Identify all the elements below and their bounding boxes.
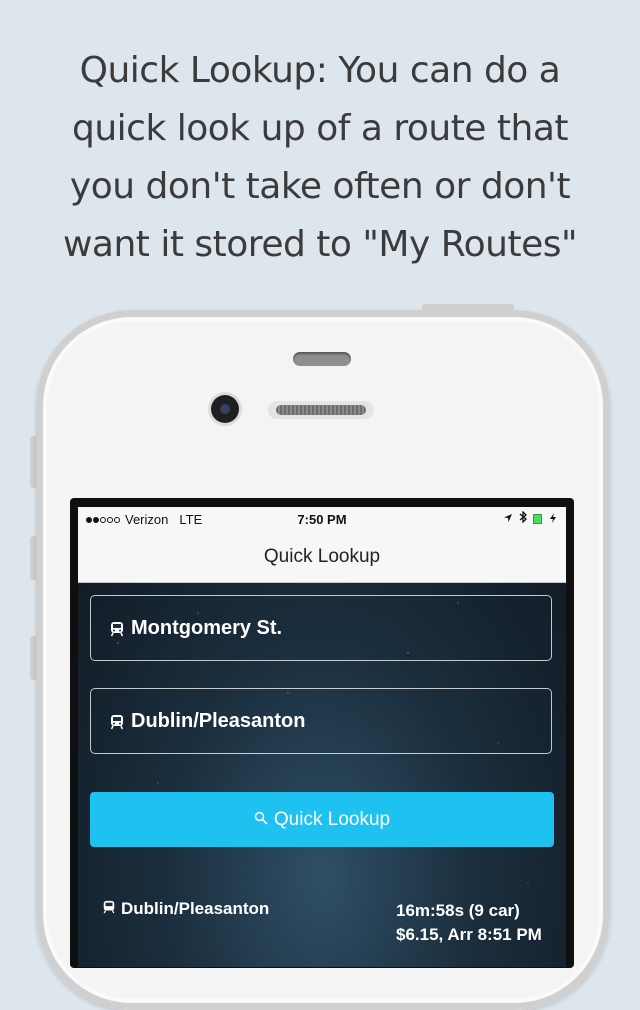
train-icon bbox=[102, 899, 116, 919]
earpiece-speaker bbox=[268, 401, 374, 419]
headline-line: you don't take often or don't bbox=[69, 166, 571, 207]
status-bar: Verizon LTE 7:50 PM bbox=[78, 507, 566, 531]
navigation-bar: Quick Lookup bbox=[78, 531, 566, 583]
result-station-label: Dublin/Pleasanton bbox=[121, 899, 270, 918]
origin-station-field[interactable]: Montgomery St. bbox=[90, 595, 552, 661]
phone-top-sensor bbox=[293, 352, 351, 366]
quick-lookup-button-label: Quick Lookup bbox=[273, 808, 391, 830]
result-station: Dublin/Pleasanton bbox=[102, 899, 269, 919]
train-icon bbox=[109, 713, 125, 730]
search-icon bbox=[254, 809, 268, 831]
result-times: 16m:58s (9 car) $6.15, Arr 8:51 PM bbox=[396, 899, 552, 947]
quick-lookup-button[interactable]: Quick Lookup bbox=[90, 792, 554, 847]
page-title: Quick Lookup bbox=[263, 546, 381, 567]
battery-icon bbox=[533, 513, 542, 524]
front-camera bbox=[211, 395, 239, 423]
headline-line: want it stored to "My Routes" bbox=[62, 224, 578, 265]
headline-line: Quick Lookup: You can do a bbox=[79, 50, 561, 91]
destination-station-field[interactable]: Dublin/Pleasanton bbox=[90, 688, 552, 754]
status-time: 7:50 PM bbox=[297, 512, 347, 527]
bluetooth-icon bbox=[519, 510, 527, 526]
train-icon bbox=[109, 620, 125, 637]
location-arrow-icon bbox=[503, 512, 513, 526]
charging-icon bbox=[548, 512, 558, 526]
result-departure: 16m:58s (9 car) bbox=[396, 901, 520, 920]
destination-station-value: Dublin/Pleasanton bbox=[131, 709, 306, 732]
result-fare-arrival: $6.15, Arr 8:51 PM bbox=[396, 925, 542, 944]
status-right bbox=[503, 510, 558, 526]
app-screen: Verizon LTE 7:50 PM Quick Lookup Montgom… bbox=[78, 507, 566, 967]
headline: Quick Lookup: You can do a quick look up… bbox=[0, 42, 640, 274]
origin-station-value: Montgomery St. bbox=[131, 616, 283, 639]
headline-line: quick look up of a route that bbox=[71, 108, 569, 149]
